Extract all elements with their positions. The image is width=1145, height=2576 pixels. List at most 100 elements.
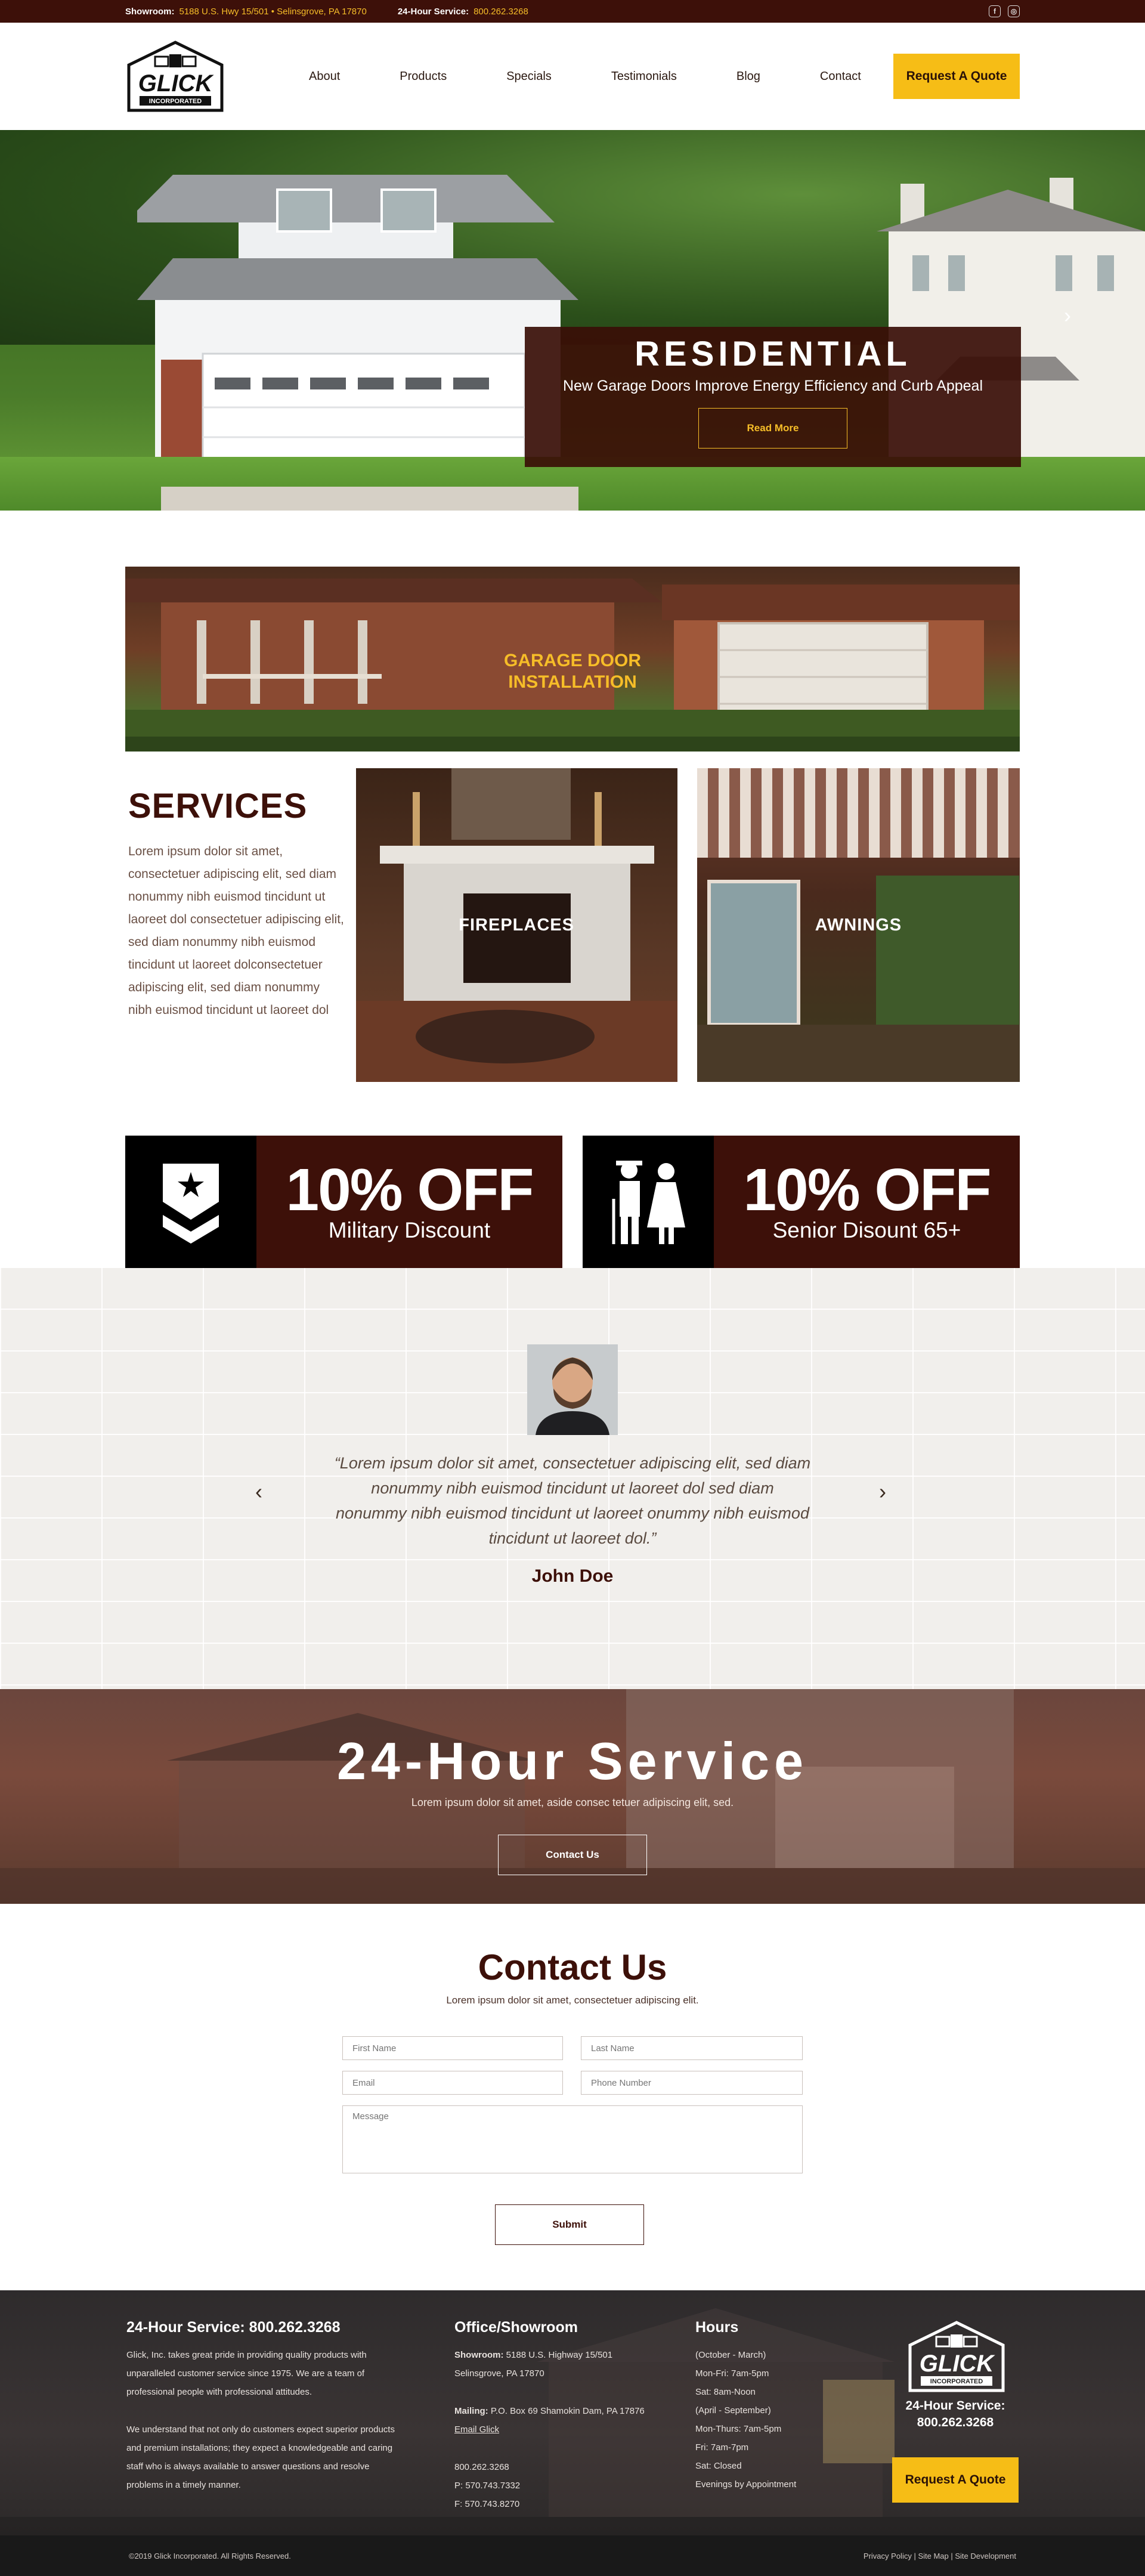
first-name-field[interactable] — [342, 2036, 563, 2060]
hero-driveway — [161, 487, 578, 511]
services-section: SERVICES Lorem ipsum dolor sit amet, con… — [125, 768, 1020, 1082]
service24-banner: 24-Hour Service Lorem ipsum dolor sit am… — [0, 1689, 1145, 1904]
footer-bottom-bar: ©2019 Glick Incorporated. All Rights Res… — [0, 2535, 1145, 2576]
senior-discount-label: Senior Disount 65+ — [772, 1218, 961, 1242]
site-map-link[interactable]: Site Map — [918, 2552, 948, 2560]
contact-title: Contact Us — [478, 1947, 667, 1987]
testimonial-section: ‹ › “Lorem ipsum dolor sit amet, consect… — [0, 1268, 1145, 1689]
testimonial-prev-arrow-icon[interactable]: ‹ — [255, 1479, 262, 1504]
military-discount-card[interactable]: 10% OFF Military Discount — [125, 1136, 562, 1268]
site-logo[interactable]: GLICK INCORPORATED — [125, 39, 225, 114]
footer-office-column: Office/Showroom Showroom: 5188 U.S. High… — [454, 2319, 693, 2513]
testimonial-author: John Doe — [531, 1566, 614, 1586]
testimonial-quote: “Lorem ipsum dolor sit amet, consectetue… — [334, 1454, 811, 1547]
footer-logo-text: GLICK — [920, 2351, 996, 2377]
military-discount-label: Military Discount — [328, 1218, 491, 1242]
footer-about-text-1: Glick, Inc. takes great pride in providi… — [126, 2350, 367, 2397]
footer-hours-line: Fri: 7am-7pm — [695, 2442, 749, 2453]
contact-subtitle: Lorem ipsum dolor sit amet, consectetuer… — [446, 1994, 699, 2006]
senior-discount-card[interactable]: 10% OFF Senior Disount 65+ — [583, 1136, 1020, 1268]
top-bar: Showroom: 5188 U.S. Hwy 15/501 • Selinsg… — [0, 0, 1145, 23]
testimonial-next-arrow-icon[interactable]: › — [879, 1479, 886, 1504]
footer-hours-line: (October - March) — [695, 2350, 766, 2360]
footer-hours-line: Mon-Thurs: 7am-5pm — [695, 2424, 782, 2434]
footer-service-title: 24-Hour Service: 800.262.3268 — [126, 2319, 341, 2336]
footer-showroom-line1: 5188 U.S. Highway 15/501 — [506, 2350, 613, 2360]
service-card-fireplaces[interactable]: FIREPLACES — [355, 768, 677, 1082]
footer-phone-f: F: 570.743.8270 — [454, 2499, 520, 2509]
testimonial-avatar — [527, 1344, 618, 1435]
footer-hours-line: Sat: Closed — [695, 2461, 742, 2471]
footer-mailing-value: P.O. Box 69 Shamokin Dam, PA 17876 — [490, 2406, 645, 2416]
message-field[interactable] — [342, 2105, 803, 2173]
military-discount-amount: 10% OFF — [286, 1156, 534, 1223]
phone-number-field[interactable] — [581, 2071, 803, 2095]
service-label: 24-Hour Service: — [397, 6, 469, 17]
discounts-section: 10% OFF Military Discount 10% OFF Senior… — [125, 1136, 1020, 1268]
nav-about[interactable]: About — [309, 70, 340, 84]
senior-couple-icon — [583, 1136, 714, 1268]
logo-subtext: INCORPORATED — [149, 98, 202, 105]
footer-links: Privacy Policy | Site Map | Site Develop… — [863, 2551, 1016, 2560]
installation-label: GARAGE DOOR INSTALLATION — [125, 650, 1020, 693]
site-development-link[interactable]: Site Development — [955, 2552, 1016, 2560]
site-footer: 24-Hour Service: 800.262.3268 Glick, Inc… — [0, 2290, 1145, 2576]
footer-hours-line: Mon-Fri: 7am-5pm — [695, 2368, 769, 2379]
last-name-field[interactable] — [581, 2036, 803, 2060]
logo-text: GLICK — [138, 70, 215, 97]
footer-hours-column: Hours (October - March) Mon-Fri: 7am-5pm… — [695, 2319, 850, 2494]
footer-service-block: 24-Hour Service: 800.262.3268 — [877, 2398, 1034, 2431]
footer-phone-p[interactable]: P: 570.743.7332 — [454, 2476, 693, 2495]
footer-email-link[interactable]: Email Glick — [454, 2425, 499, 2435]
footer-service-phone[interactable]: 800.262.3268 — [877, 2414, 1034, 2431]
service24-title: 24-Hour Service — [336, 1731, 809, 1790]
facebook-icon[interactable]: f — [989, 5, 1001, 17]
nav-contact[interactable]: Contact — [820, 70, 861, 84]
footer-about-column: 24-Hour Service: 800.262.3268 Glick, Inc… — [126, 2319, 401, 2494]
footer-mailing-label: Mailing: — [454, 2406, 488, 2416]
copyright-text: ©2019 Glick Incorporated. All Rights Res… — [129, 2551, 291, 2560]
services-body: Lorem ipsum dolor sit amet, consectetuer… — [128, 845, 344, 1017]
footer-logo[interactable]: GLICK INCORPORATED — [906, 2319, 1007, 2397]
service-card-awnings-label: AWNINGS — [815, 915, 902, 935]
contact-us-button[interactable]: Contact Us — [498, 1835, 647, 1875]
contact-section: Contact Us Lorem ipsum dolor sit amet, c… — [0, 1904, 1145, 2290]
service24-subtitle: Lorem ipsum dolor sit amet, aside consec… — [411, 1796, 734, 1808]
nav-specials[interactable]: Specials — [506, 70, 552, 84]
email-field[interactable] — [342, 2071, 563, 2095]
showroom-address: 5188 U.S. Hwy 15/501 • Selinsgrove, PA 1… — [179, 6, 367, 17]
footer-hours-line: Evenings by Appointment — [695, 2479, 797, 2490]
footer-office-title: Office/Showroom — [454, 2319, 578, 2336]
footer-request-quote-button[interactable]: Request A Quote — [892, 2457, 1019, 2503]
hero-subtitle: New Garage Doors Improve Energy Efficien… — [562, 378, 983, 394]
installation-label-line2: INSTALLATION — [508, 672, 637, 692]
military-badge-icon — [125, 1136, 256, 1268]
showroom-label: Showroom: — [125, 6, 175, 17]
nav-products[interactable]: Products — [400, 70, 447, 84]
nav-blog[interactable]: Blog — [736, 70, 760, 84]
services-intro: SERVICES Lorem ipsum dolor sit amet, con… — [125, 768, 346, 1082]
garage-door-installation-banner[interactable]: GARAGE DOOR INSTALLATION — [125, 567, 1020, 752]
hero-next-arrow-icon[interactable]: › — [1064, 303, 1071, 328]
nav-testimonials[interactable]: Testimonials — [611, 70, 677, 84]
senior-discount-amount: 10% OFF — [743, 1156, 992, 1223]
footer-showroom-line2: Selinsgrove, PA 17870 — [454, 2368, 544, 2379]
installation-label-line1: GARAGE DOOR — [503, 651, 641, 670]
hero-caption-panel: RESIDENTIAL New Garage Doors Improve Ene… — [525, 327, 1021, 467]
showroom-info: Showroom: 5188 U.S. Hwy 15/501 • Selinsg… — [125, 7, 367, 17]
privacy-policy-link[interactable]: Privacy Policy — [864, 2552, 912, 2560]
read-more-button[interactable]: Read More — [698, 408, 847, 449]
footer-showroom-label: Showroom: — [454, 2350, 504, 2360]
request-quote-button[interactable]: Request A Quote — [893, 54, 1020, 99]
hero-slider: › RESIDENTIAL New Garage Doors Improve E… — [0, 130, 1145, 511]
service-info: 24-Hour Service: 800.262.3268 — [398, 7, 528, 17]
instagram-icon[interactable]: ◎ — [1008, 5, 1020, 17]
hero-title: RESIDENTIAL — [635, 335, 911, 373]
service-card-awnings[interactable]: AWNINGS — [697, 768, 1020, 1082]
footer-phone-main[interactable]: 800.262.3268 — [454, 2458, 693, 2476]
submit-button[interactable]: Submit — [495, 2204, 644, 2245]
site-header: GLICK INCORPORATED About Products Specia… — [0, 23, 1145, 130]
footer-service-label: 24-Hour Service: — [905, 2399, 1005, 2413]
service-phone[interactable]: 800.262.3268 — [474, 7, 528, 17]
footer-about-text-2: We understand that not only do customers… — [126, 2425, 395, 2490]
